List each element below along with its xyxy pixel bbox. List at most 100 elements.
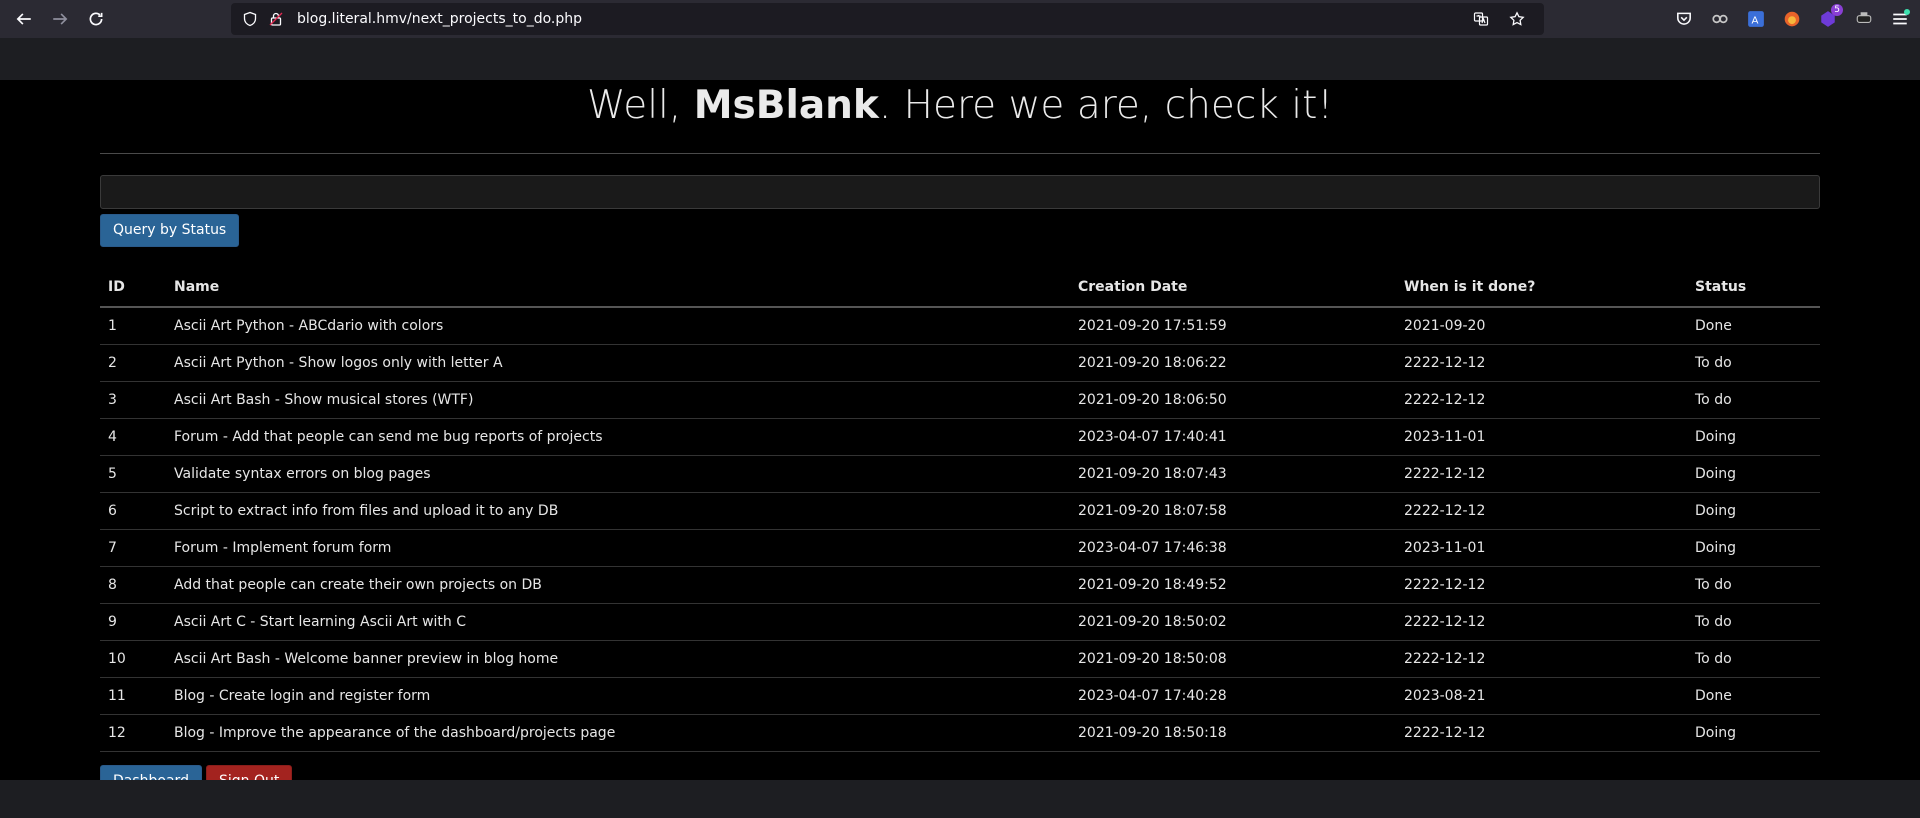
cell-creation-date: 2021-09-20 18:50:08 [1070,640,1396,678]
hacker-extension-icon[interactable] [1852,7,1876,31]
cell-when-done: 2222-12-12 [1396,381,1687,419]
cell-when-done: 2021-09-20 [1396,307,1687,345]
cell-creation-date: 2021-09-20 18:50:02 [1070,603,1396,641]
cell-status: To do [1687,603,1820,641]
cell-name: Ascii Art Python - Show logos only with … [166,344,1070,382]
table-row: 4 Forum - Add that people can send me bug… [100,418,1820,456]
cell-status: Doing [1687,492,1820,530]
bottom-strip [0,780,1920,818]
header-id: ID [100,267,166,308]
bookmark-star-icon[interactable] [1508,10,1526,28]
update-dot-icon [1904,9,1910,15]
cell-name: Ascii Art Python - ABCdario with colors [166,307,1070,345]
cell-creation-date: 2021-09-20 18:07:58 [1070,492,1396,530]
url-text: blog.literal.hmv/next_projects_to_do.php [297,11,583,27]
heading-prefix: Well, [586,83,694,128]
cell-creation-date: 2021-09-20 18:50:18 [1070,714,1396,752]
table-row: 1 Ascii Art Python - ABCdario with colors… [100,307,1820,345]
table-row: 2 Ascii Art Python - Show logos only with… [100,344,1820,382]
cell-creation-date: 2023-04-07 17:46:38 [1070,529,1396,567]
heading-suffix: . Here we are, check it! [878,83,1334,128]
table-row: 12 Blog - Improve the appearance of the d… [100,714,1820,752]
translate-extension-icon[interactable]: A [1744,7,1768,31]
foxyproxy-icon[interactable] [1708,7,1732,31]
header-creation-date: Creation Date [1070,267,1396,308]
cell-when-done: 2023-08-21 [1396,677,1687,715]
cell-status: To do [1687,381,1820,419]
table-header-row: ID Name Creation Date When is it done? S… [100,267,1820,308]
cell-name: Forum - Implement forum form [166,529,1070,567]
cell-id: 12 [100,714,166,752]
cell-name: Blog - Improve the appearance of the das… [166,714,1070,752]
username: MsBlank [693,83,879,128]
back-button[interactable] [8,3,40,35]
cell-when-done: 2222-12-12 [1396,344,1687,382]
cell-creation-date: 2021-09-20 18:49:52 [1070,566,1396,604]
table-row: 6 Script to extract info from files and u… [100,492,1820,530]
cell-id: 5 [100,455,166,493]
cell-when-done: 2222-12-12 [1396,640,1687,678]
cell-status: Doing [1687,455,1820,493]
cell-name: Script to extract info from files and up… [166,492,1070,530]
table-row: 7 Forum - Implement forum form 2023-04-07 … [100,529,1820,567]
cell-name: Forum - Add that people can send me bug … [166,418,1070,456]
cell-creation-date: 2021-09-20 18:07:43 [1070,455,1396,493]
cell-id: 3 [100,381,166,419]
browser-toolbar: blog.literal.hmv/next_projects_to_do.php… [0,0,1920,38]
cell-name: Ascii Art C - Start learning Ascii Art w… [166,603,1070,641]
cell-when-done: 2023-11-01 [1396,529,1687,567]
cell-name: Blog - Create login and register form [166,677,1070,715]
cell-id: 8 [100,566,166,604]
translate-icon[interactable] [1472,10,1490,28]
table-row: 3 Ascii Art Bash - Show musical stores (W… [100,381,1820,419]
table-row: 10 Ascii Art Bash - Welcome banner previe… [100,640,1820,678]
cell-status: Done [1687,307,1820,345]
cell-id: 7 [100,529,166,567]
cell-id: 2 [100,344,166,382]
table-row: 11 Blog - Create login and register form 2… [100,677,1820,715]
cell-when-done: 2222-12-12 [1396,714,1687,752]
cell-name: Add that people can create their own pro… [166,566,1070,604]
header-status: Status [1687,267,1820,308]
insecure-lock-icon[interactable] [267,10,285,28]
menu-icon[interactable] [1888,7,1912,31]
cell-id: 10 [100,640,166,678]
cell-name: Ascii Art Bash - Welcome banner preview … [166,640,1070,678]
page-content: Well, MsBlank. Here we are, check it! Qu… [0,78,1920,798]
header-when-done: When is it done? [1396,267,1687,308]
cell-when-done: 2222-12-12 [1396,455,1687,493]
purple-extension-icon[interactable]: 5 [1816,4,1843,31]
cell-when-done: 2222-12-12 [1396,603,1687,641]
cell-id: 6 [100,492,166,530]
fox-extension-icon[interactable] [1780,7,1804,31]
reload-button[interactable] [80,3,112,35]
cell-name: Ascii Art Bash - Show musical stores (WT… [166,381,1070,419]
cell-creation-date: 2021-09-20 17:51:59 [1070,307,1396,345]
pocket-icon[interactable] [1672,7,1696,31]
cell-creation-date: 2021-09-20 18:06:22 [1070,344,1396,382]
cell-creation-date: 2021-09-20 18:06:50 [1070,381,1396,419]
page-title: Well, MsBlank. Here we are, check it! [100,78,1820,134]
toolbar-extensions: A 5 [1672,3,1912,35]
cell-id: 9 [100,603,166,641]
cell-status: Done [1687,677,1820,715]
url-bar[interactable]: blog.literal.hmv/next_projects_to_do.php [231,3,1544,35]
shield-icon[interactable] [241,10,259,28]
cell-creation-date: 2023-04-07 17:40:28 [1070,677,1396,715]
bookmarks-strip [0,38,1920,80]
cell-name: Validate syntax errors on blog pages [166,455,1070,493]
table-row: 5 Validate syntax errors on blog pages 202… [100,455,1820,493]
cell-id: 1 [100,307,166,345]
cell-creation-date: 2023-04-07 17:40:41 [1070,418,1396,456]
status-query-input[interactable] [100,175,1820,209]
cell-status: Doing [1687,418,1820,456]
cell-status: Doing [1687,529,1820,567]
query-by-status-button[interactable]: Query by Status [100,214,240,247]
projects-table: ID Name Creation Date When is it done? S… [100,267,1820,752]
cell-when-done: 2222-12-12 [1396,566,1687,604]
forward-button[interactable] [44,3,76,35]
divider [100,153,1820,154]
cell-when-done: 2023-11-01 [1396,418,1687,456]
cell-status: To do [1687,566,1820,604]
table-row: 9 Ascii Art C - Start learning Ascii Art … [100,603,1820,641]
